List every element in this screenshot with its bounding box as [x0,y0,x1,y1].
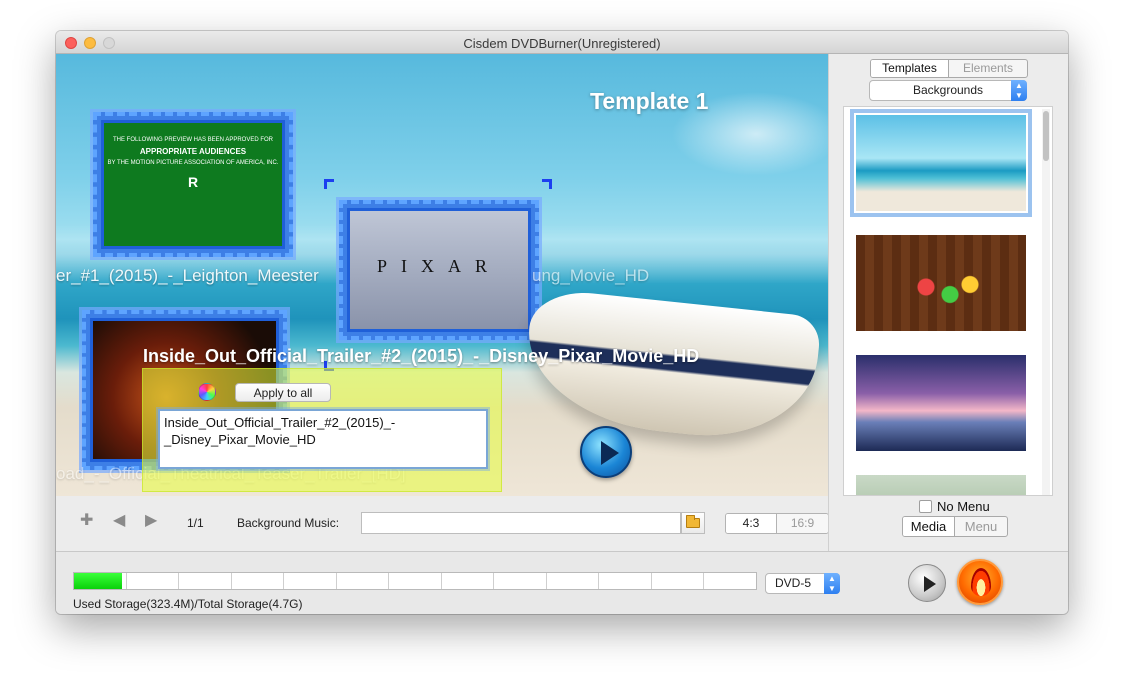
caption-editor-popover: Apply to all [142,368,502,492]
background-thumbnail-beach[interactable] [850,109,1032,217]
panel-tabs: Templates Elements [870,59,1028,78]
video-caption-3[interactable]: Inside_Out_Official_Trailer_#2_(2015)_-_… [143,346,699,367]
template-title[interactable]: Template 1 [590,88,708,115]
video-thumbnail-2[interactable]: PIXAR [339,200,539,340]
selection-corner-tr [542,179,552,189]
chevron-updown-icon: ▲ ▼ [824,573,840,594]
menu-preview-canvas[interactable]: Template 1 THE FOLLOWING PREVIEW HAS BEE… [56,54,828,496]
scroll-thumb[interactable] [1043,111,1049,161]
title-bar: Cisdem DVDBurner(Unregistered) [56,31,1068,54]
thumbnail-scrollbar[interactable] [1042,109,1050,495]
page-count: 1/1 [187,516,204,530]
rating-line-3: BY THE MOTION PICTURE ASSOCIATION OF AME… [107,160,279,166]
disc-type-value: DVD-5 [775,576,812,590]
preview-play-button[interactable] [908,564,946,602]
aspect-ratio-toggle: 4:3 16:9 [725,513,829,534]
category-select-value: Backgrounds [912,83,984,97]
no-menu-checkbox[interactable] [919,500,932,513]
app-window: Cisdem DVDBurner(Unregistered) Template … [56,31,1068,614]
plus-icon[interactable]: ✚ [80,510,93,530]
background-music-input[interactable] [361,512,681,534]
apply-to-all-button[interactable]: Apply to all [235,383,331,402]
video-thumbnail-1[interactable]: THE FOLLOWING PREVIEW HAS BEEN APPROVED … [93,112,293,257]
burn-button[interactable] [957,559,1003,605]
tab-templates[interactable]: Templates [871,60,949,77]
mode-tabs: Media Menu [902,516,1008,537]
right-panel: Templates Elements Backgrounds ▲ ▼ No Men… [828,54,1068,551]
background-thumbnail-field[interactable] [856,475,1026,495]
no-menu-option[interactable]: No Menu [919,499,990,514]
flame-icon [971,568,991,596]
storage-status-text: Used Storage(323.4M)/Total Storage(4.7G) [73,597,303,611]
disc-type-select[interactable]: DVD-5 ▲ ▼ [765,573,840,594]
background-thumbnail-list[interactable] [843,106,1053,496]
tab-elements[interactable]: Elements [949,60,1027,77]
ratio-4-3-button[interactable]: 4:3 [726,514,777,533]
thumbnail-rating-card: THE FOLLOWING PREVIEW HAS BEEN APPROVED … [101,120,285,249]
tab-media[interactable]: Media [903,517,955,536]
no-menu-label: No Menu [937,499,990,514]
video-caption-2[interactable]: ung_Movie_HD [532,266,649,286]
storage-used-fill [74,573,122,589]
browse-music-button[interactable] [681,512,705,534]
background-thumbnail-sunset[interactable] [856,355,1026,451]
chevron-updown-icon: ▲ ▼ [1011,80,1027,101]
background-music-label: Background Music: [237,516,340,530]
rating-line-2: APPROPRIATE AUDIENCES [139,147,247,156]
boat-image [520,287,822,447]
window-title: Cisdem DVDBurner(Unregistered) [463,36,661,51]
storage-area: DVD-5 ▲ ▼ Used Storage(323.4M)/Total Stor… [56,551,1068,614]
color-wheel-icon[interactable] [198,383,216,401]
pixar-logo: PIXAR [347,208,531,332]
tab-menu[interactable]: Menu [955,517,1007,536]
category-select[interactable]: Backgrounds ▲ ▼ [869,80,1027,101]
folder-icon [686,515,700,528]
arrow-left-icon[interactable]: ◀ [113,510,125,530]
caption-edit-field[interactable] [158,409,488,469]
rating-line-1: THE FOLLOWING PREVIEW HAS BEEN APPROVED … [112,137,274,143]
video-caption-1[interactable]: er_#1_(2015)_-_Leighton_Meester [56,266,319,286]
preview-controls: ✚ ◀ ▶ 1/1 Background Music: 4:3 16:9 [56,496,829,551]
background-thumbnail-wood[interactable] [856,235,1026,331]
storage-progress-bar [73,572,757,590]
rating-letter: R [187,174,199,190]
menu-play-icon[interactable] [580,426,632,478]
ratio-16-9-button[interactable]: 16:9 [777,514,828,533]
arrow-right-icon[interactable]: ▶ [145,510,157,530]
selection-corner-tl [324,179,334,189]
